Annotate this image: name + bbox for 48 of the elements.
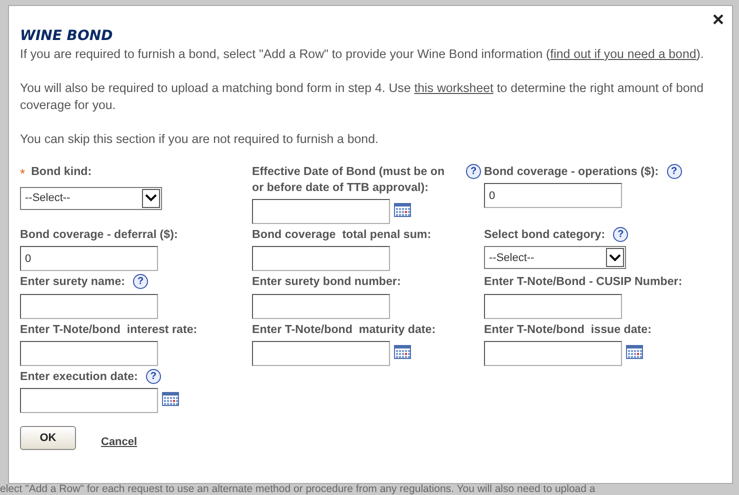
field-label: Bond coverage - deferral ($): xyxy=(20,227,178,244)
field-label: Enter surety name: xyxy=(20,274,126,290)
field-label: Enter execution date: xyxy=(20,368,138,385)
help-icon[interactable]: ? xyxy=(613,227,628,242)
caret-icon xyxy=(145,194,157,202)
field-label: Select bond category: xyxy=(484,227,606,244)
field-label: Bond coverage - operations ($): xyxy=(484,164,659,180)
link[interactable]: find out if you need a bond xyxy=(550,46,696,61)
calendar-icon[interactable] xyxy=(626,344,643,359)
calendar-icon[interactable] xyxy=(394,202,411,218)
input-field[interactable] xyxy=(252,246,390,272)
help-icon[interactable]: ? xyxy=(146,368,161,384)
select-field[interactable]: --Select-- xyxy=(20,186,162,210)
input-field[interactable] xyxy=(252,340,390,366)
calendar-icon[interactable] xyxy=(394,344,411,359)
input-field[interactable] xyxy=(20,388,158,414)
help-icon[interactable]: ? xyxy=(133,274,148,290)
help-icon[interactable]: ? xyxy=(666,164,682,179)
input-field[interactable] xyxy=(252,199,390,224)
paragraph: You can skip this section if you are not required to furnish a bond. xyxy=(20,130,380,148)
field-label: Effective Date of Bond (must be on or before date of TTB approval): xyxy=(252,164,446,196)
field-label: Bond kind: xyxy=(31,164,92,180)
help-icon[interactable]: ? xyxy=(466,164,481,179)
field-label: Enter surety bond number: xyxy=(252,274,401,290)
background-text: elect "Add a Row" for each request to use an alternate method or procedure from any regulations. You will also need to upload a xyxy=(0,484,596,495)
dialog-title: WINE BOND xyxy=(20,28,114,45)
calendar-icon[interactable] xyxy=(162,391,179,406)
paragraph: You will also be required to upload a matching bond form in step 4. Use this worksheet to determine the right amount of bond coverage for you. xyxy=(20,80,705,114)
paragraph: If you are required to furnish a bond, select "Add a Row" to provide your Wine Bond information (find out if you need a bond). xyxy=(20,46,705,63)
input-field[interactable] xyxy=(20,340,158,366)
select-field[interactable]: --Select-- xyxy=(484,246,626,270)
close-button[interactable]: × xyxy=(712,10,724,30)
field-label: Enter T-Note/bond maturity date: xyxy=(252,322,436,338)
field-label: Bond coverage total penal sum: xyxy=(252,227,432,244)
input-field[interactable] xyxy=(484,340,622,366)
input-field[interactable]: 0 xyxy=(20,246,158,272)
input-field[interactable]: 0 xyxy=(484,183,622,208)
ok-button[interactable]: OK xyxy=(20,426,76,450)
cancel-link[interactable]: Cancel xyxy=(101,434,138,451)
field-label: Enter T-Note/Bond - CUSIP Number: xyxy=(484,274,682,290)
input-field[interactable] xyxy=(252,294,390,319)
link[interactable]: this worksheet xyxy=(414,80,494,95)
input-field[interactable] xyxy=(484,294,622,319)
field-label: Enter T-Note/bond interest rate: xyxy=(20,322,198,338)
required-mark: * xyxy=(20,164,26,183)
field-label: Enter T-Note/bond issue date: xyxy=(484,322,652,338)
caret-icon xyxy=(609,254,621,262)
input-field[interactable] xyxy=(20,294,158,319)
